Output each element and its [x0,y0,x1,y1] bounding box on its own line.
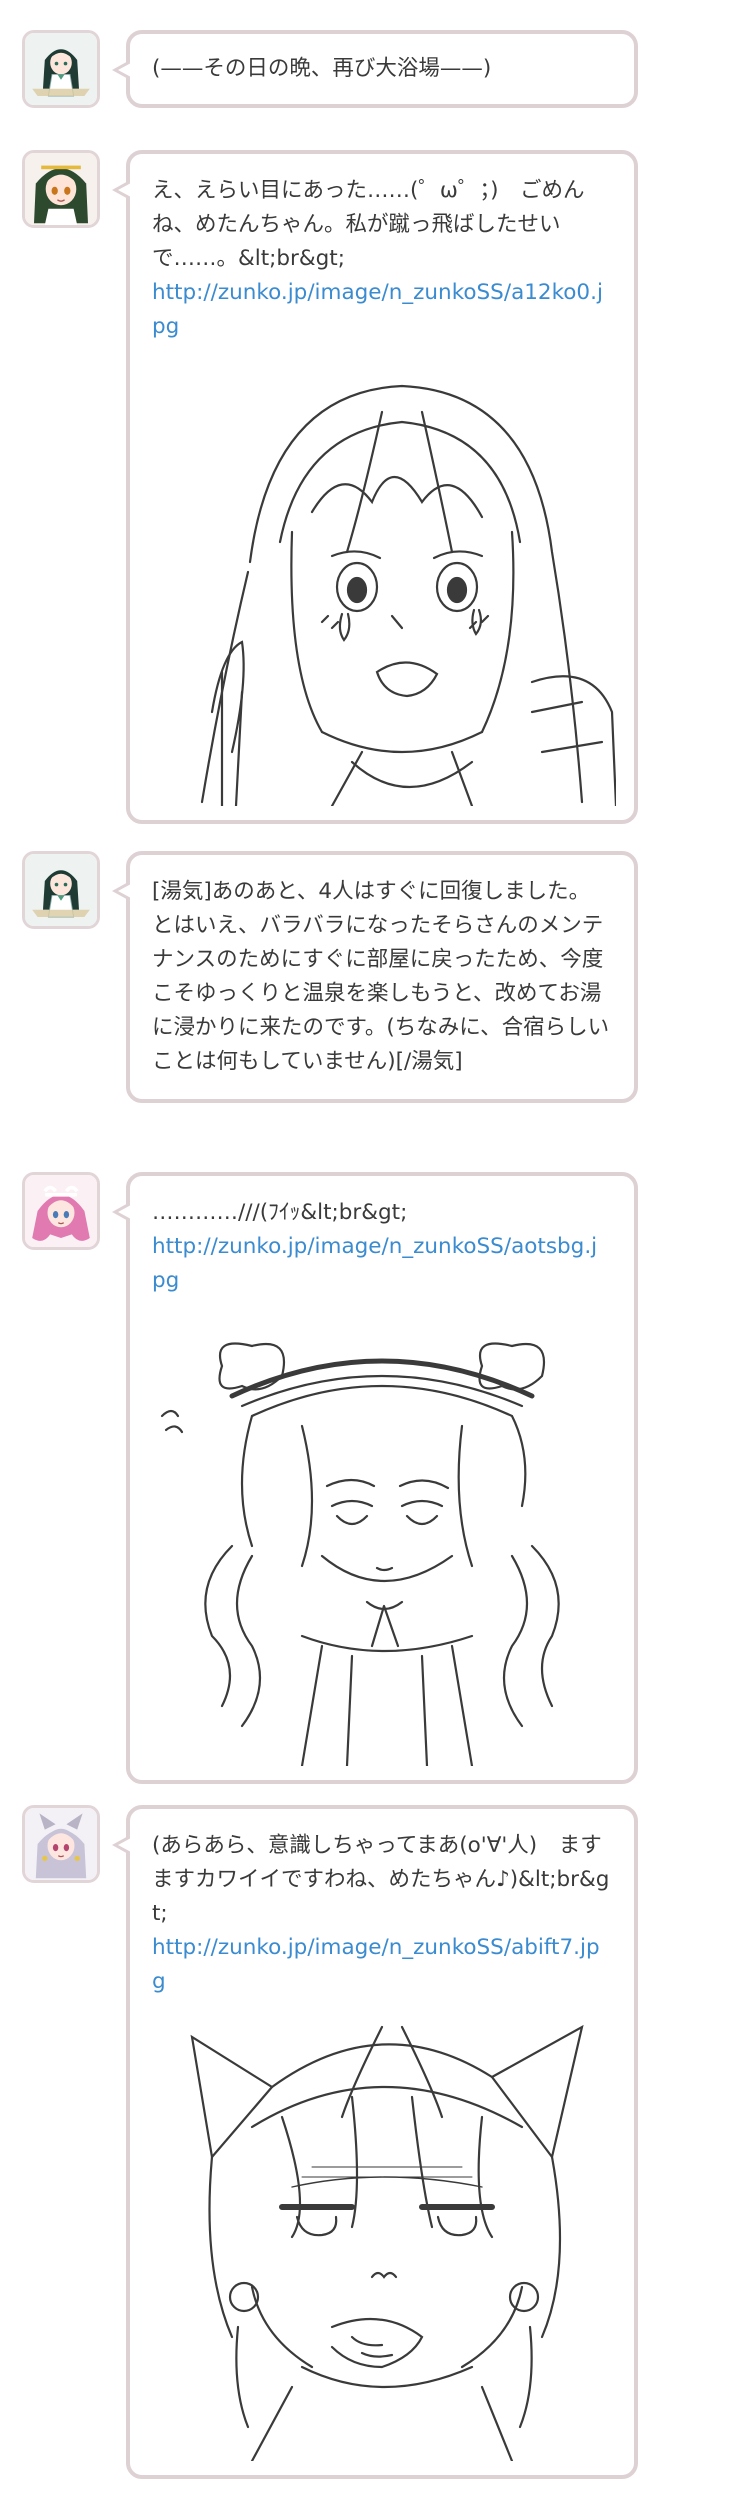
message-text: …………///(ﾌｲｯ&lt;br&gt; [152,1200,408,1225]
message-bubble: [湯気]あのあと、4人はすぐに回復しました。とはいえ、バラバラになったそらさんの… [112,851,638,1103]
fox-ear-girl-sketch-icon[interactable] [152,2007,616,2461]
crying-girl-sketch-icon[interactable] [152,352,616,806]
girl-dark-hair-avatar-icon[interactable] [22,30,100,108]
image-link[interactable]: http://zunko.jp/image/n_zunkoSS/a12ko0.j… [152,276,610,344]
message-bubble: (あらあら、意識しちゃってまあ(o'∀'人) ますますカワイイですわね、めたちゃ… [112,1805,638,2479]
message-text: [湯気]あのあと、4人はすぐに回復しました。とはいえ、バラバラになったそらさんの… [152,879,610,1074]
message-text: え、えらい目にあった……(゜ω゜；) ごめんね、めたんちゃん。私が蹴っ飛ばしたせ… [152,178,585,271]
message-text: (——その日の晩、再び大浴場——) [152,56,492,81]
twin-drill-girl-sketch-icon[interactable] [152,1306,616,1766]
image-link[interactable]: http://zunko.jp/image/n_zunkoSS/aotsbg.j… [152,1230,610,1298]
message-text: (あらあら、意識しちゃってまあ(o'∀'人) ますますカワイイですわね、めたちゃ… [152,1833,610,1926]
message-bubble: え、えらい目にあった……(゜ω゜；) ごめんね、めたんちゃん。私が蹴っ飛ばしたせ… [112,150,638,824]
girl-silver-hair-avatar-icon[interactable] [22,1805,100,1883]
message-bubble: (——その日の晩、再び大浴場——) [112,30,638,108]
girl-pink-hair-avatar-icon[interactable] [22,1172,100,1250]
message-bubble: …………///(ﾌｲｯ&lt;br&gt; http://zunko.jp/im… [112,1172,638,1784]
image-link[interactable]: http://zunko.jp/image/n_zunkoSS/abift7.j… [152,1931,610,1999]
girl-dark-hair-avatar-icon[interactable] [22,851,100,929]
girl-green-hair-avatar-icon[interactable] [22,150,100,228]
